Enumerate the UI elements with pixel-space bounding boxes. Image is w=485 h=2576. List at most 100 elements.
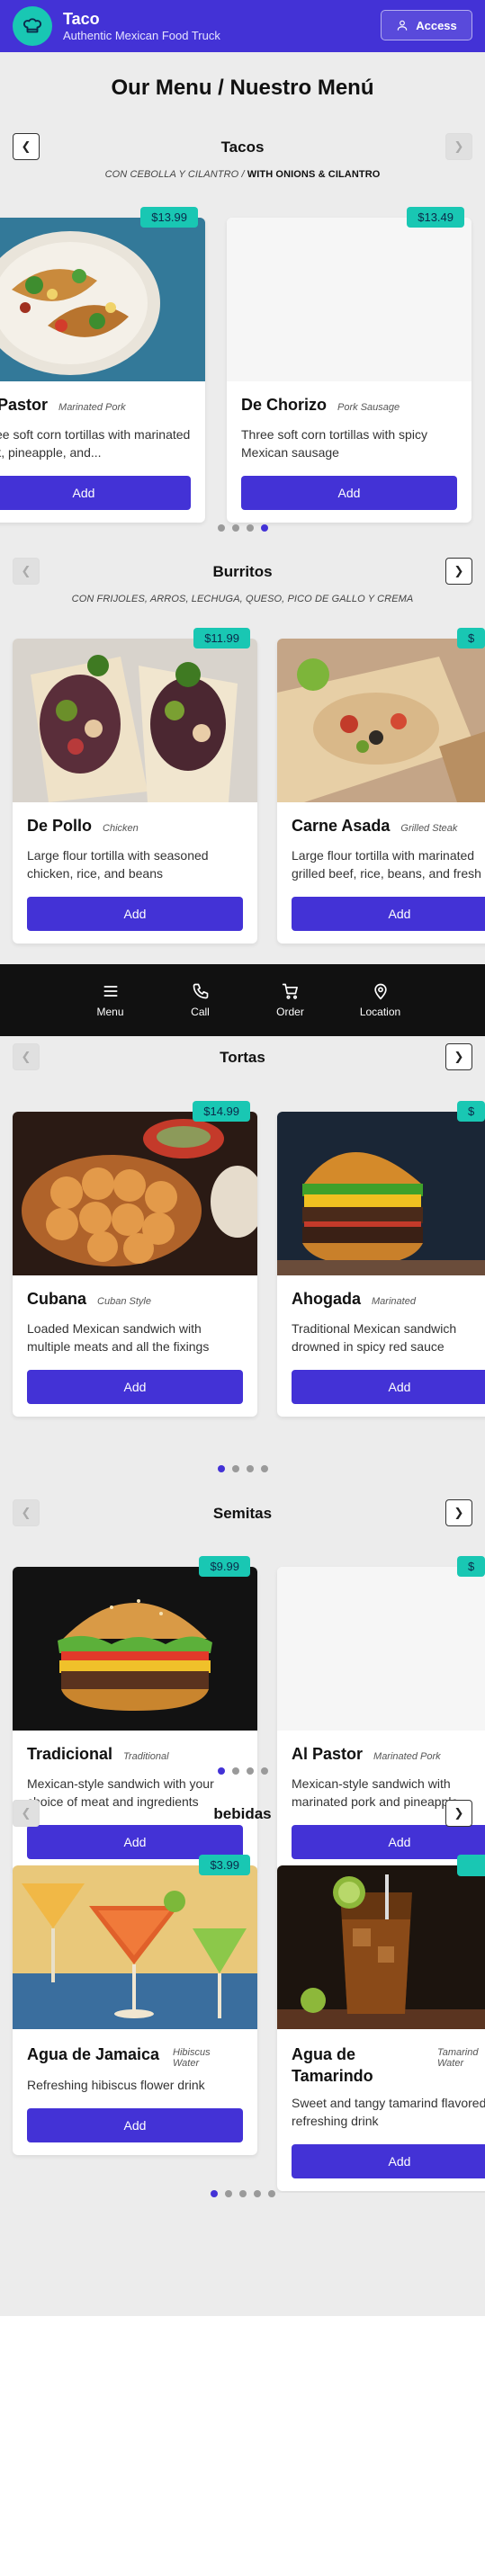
pagination-dot[interactable] — [260, 1465, 268, 1472]
add-button[interactable]: Add — [292, 897, 485, 931]
bottom-navigation: Menu Call Order Location — [0, 964, 485, 1036]
price-badge: $9.99 — [199, 1556, 250, 1577]
item-description: Refreshing hibiscus flower drink — [27, 2078, 205, 2092]
subtitle-english: WITH ONIONS & CILANTRO — [247, 169, 381, 180]
section-title: Tortas — [220, 1049, 265, 1066]
food-image — [277, 639, 485, 802]
pagination-dot[interactable] — [238, 2190, 247, 2197]
tacos-carousel[interactable]: $13.99 Al Pastor Marinated Pork Three sof… — [0, 203, 485, 554]
item-name: Carne Asada — [292, 817, 391, 835]
add-button[interactable]: Add — [27, 2108, 243, 2142]
chevron-right-icon: ❯ — [454, 139, 464, 153]
add-button[interactable]: Add — [292, 1370, 485, 1404]
user-icon — [397, 20, 408, 31]
add-button[interactable]: Add — [27, 1370, 243, 1404]
pagination-dot[interactable] — [231, 1465, 239, 1472]
pagination-dot[interactable] — [217, 524, 225, 532]
phone-icon — [193, 983, 208, 999]
item-tag: Traditional — [123, 1751, 169, 1762]
bebidas-next-button[interactable]: ❯ — [445, 1800, 472, 1827]
pagination-dot[interactable] — [260, 1767, 268, 1775]
section-semitas: ❮ Semitas ❯ — [0, 1499, 485, 1528]
tortas-carousel[interactable]: $14.99 Cubana Cuban Style Loaded Mexican … — [0, 1097, 485, 1439]
item-name: De Pollo — [27, 817, 93, 835]
semitas-carousel[interactable]: $9.99 Tradicional Traditional Mexican-sty… — [0, 1552, 485, 1894]
section-subtitle: CON FRIJOLES, ARROS, LECHUGA, QUESO, PIC… — [71, 594, 414, 604]
add-button[interactable]: Add — [241, 476, 457, 510]
pagination-dot[interactable] — [246, 1465, 254, 1472]
section-tortas: ❮ Tortas ❯ — [0, 1043, 485, 1072]
pagination-dot-active[interactable] — [210, 2190, 218, 2197]
item-description: Sweet and tangy tamarind flavored refres… — [292, 2096, 485, 2128]
add-button[interactable]: Add — [292, 2144, 485, 2178]
food-image — [13, 1567, 257, 1731]
nav-location[interactable]: Location — [346, 964, 416, 1036]
chevron-right-icon: ❯ — [454, 1806, 464, 1820]
item-tag: Grilled Steak — [400, 823, 458, 834]
pagination-dot[interactable] — [267, 2190, 275, 2197]
price-badge: $13.49 — [407, 207, 464, 228]
add-button[interactable]: Add — [27, 897, 243, 931]
pagination-dot[interactable] — [246, 524, 254, 532]
nav-call[interactable]: Call — [166, 964, 236, 1036]
burritos-next-button[interactable]: ❯ — [445, 558, 472, 585]
chef-hat-icon[interactable] — [13, 6, 52, 46]
food-image — [277, 1112, 485, 1275]
pagination-dot-active[interactable] — [217, 1767, 225, 1775]
pagination-dot[interactable] — [231, 1767, 239, 1775]
item-tag: Pork Sausage — [337, 402, 400, 413]
nav-order[interactable]: Order — [256, 964, 326, 1036]
burritos-carousel[interactable]: $11.99 De Pollo Chicken Large flour torti… — [0, 624, 485, 964]
pagination-dot-active[interactable] — [217, 1465, 225, 1472]
item-description: Three soft corn tortillas with spicy Mex… — [241, 427, 427, 460]
nav-call-label: Call — [191, 1006, 210, 1018]
item-name: Agua de Tamarindo — [292, 2045, 373, 2085]
pagination-dot[interactable] — [246, 1767, 254, 1775]
bebidas-carousel[interactable]: $3.99 Agua de Jamaica Hibiscus Water Refr… — [0, 1851, 485, 2193]
pagination-dot[interactable] — [253, 2190, 261, 2197]
pagination-dot[interactable] — [231, 524, 239, 532]
section-title: Tacos — [220, 139, 265, 156]
item-tag: Tamarind Water — [437, 2047, 479, 2069]
menu-card: $ Ahogada Marinated Traditional Mexican s… — [277, 1101, 485, 1417]
section-bebidas: ❮ bebidas ❯ — [0, 1800, 485, 1829]
menu-card: Agua de Tamarindo Tamarind Water Sweet an… — [277, 1855, 485, 2191]
food-image — [277, 1865, 485, 2029]
page-title: Our Menu / Nuestro Menú — [111, 76, 374, 100]
semitas-pagination — [0, 1767, 485, 1775]
tortas-next-button[interactable]: ❯ — [445, 1043, 472, 1070]
pagination-dot-active[interactable] — [260, 524, 268, 532]
item-name: Cubana — [27, 1290, 87, 1308]
item-tag: Marinated — [372, 1296, 416, 1307]
bebidas-pagination — [0, 2190, 485, 2197]
semitas-next-button[interactable]: ❯ — [445, 1499, 472, 1526]
nav-menu[interactable]: Menu — [76, 964, 146, 1036]
item-tag: Chicken — [103, 823, 139, 834]
cart-icon — [282, 983, 298, 999]
food-image — [277, 1567, 485, 1731]
access-label: Access — [416, 18, 457, 32]
section-title: bebidas — [213, 1805, 272, 1822]
item-tag: Cuban Style — [97, 1296, 151, 1307]
food-image — [227, 218, 472, 381]
access-button[interactable]: Access — [381, 10, 472, 40]
tacos-next-button[interactable]: ❯ — [445, 133, 472, 160]
section-title: Burritos — [212, 563, 273, 580]
chevron-right-icon: ❯ — [454, 1506, 464, 1519]
item-name: Al Pastor — [292, 1745, 364, 1763]
subtitle-spanish: CON CEBOLLA Y CILANTRO / — [104, 169, 247, 180]
location-pin-icon — [373, 983, 387, 1000]
food-image — [13, 639, 257, 802]
price-badge: $11.99 — [193, 628, 250, 648]
item-tag: Marinated Pork — [58, 402, 126, 413]
item-name: De Chorizo — [241, 396, 328, 414]
menu-card: $13.99 Al Pastor Marinated Pork Three sof… — [0, 207, 205, 523]
nav-location-label: Location — [359, 1006, 401, 1018]
brand-subtitle: Authentic Mexican Food Truck — [63, 28, 220, 42]
tacos-pagination — [0, 524, 485, 532]
pagination-dot[interactable] — [224, 2190, 232, 2197]
menu-card: $13.49 De Chorizo Pork Sausage Three soft… — [227, 207, 472, 523]
add-button[interactable]: Add — [0, 476, 191, 510]
app-header: Taco Authentic Mexican Food Truck Access — [0, 0, 485, 52]
item-name: Agua de Jamaica — [27, 2045, 160, 2063]
